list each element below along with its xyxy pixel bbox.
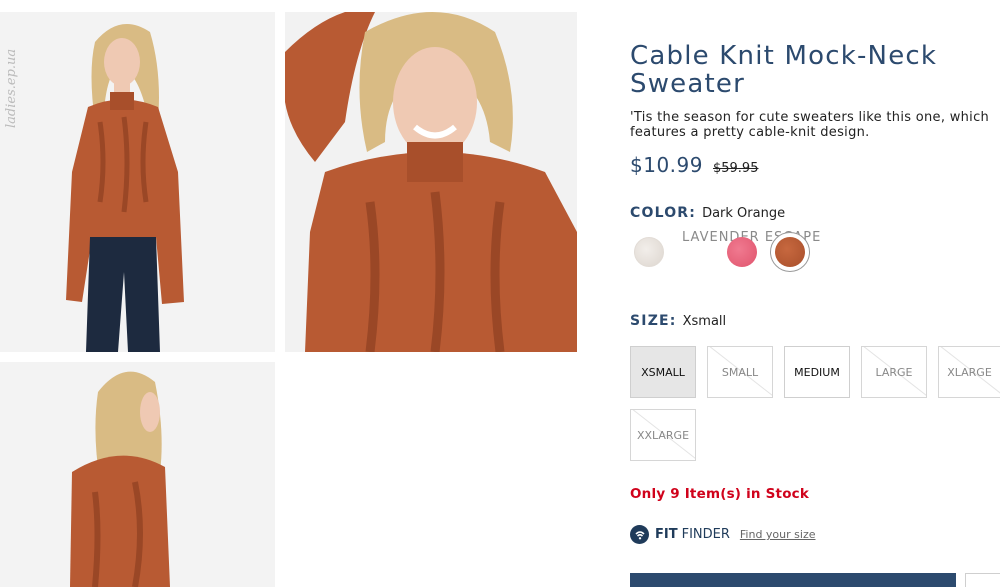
size-option-xxlarge[interactable]: XXLARGE <box>630 409 696 461</box>
size-option-small[interactable]: SMALL <box>707 346 773 398</box>
product-info-panel: Cable Knit Mock-Neck Sweater 'Tis the se… <box>630 0 1000 587</box>
size-option-large[interactable]: LARGE <box>861 346 927 398</box>
original-price: $59.95 <box>712 161 759 176</box>
size-option-medium[interactable]: MEDIUM <box>784 346 850 398</box>
size-option-label: XSMALL <box>641 365 685 379</box>
size-option-label: XXLARGE <box>636 428 690 442</box>
size-option-label: XLARGE <box>947 365 992 379</box>
selected-size: Xsmall <box>682 314 727 329</box>
color-label: COLOR: <box>630 205 697 221</box>
color-swatch-pink[interactable] <box>727 237 757 267</box>
product-photo-closeup[interactable] <box>285 12 577 352</box>
size-option-label: SMALL <box>721 365 759 379</box>
size-option-label: MEDIUM <box>794 365 840 379</box>
size-label: SIZE: <box>630 313 677 329</box>
product-photo-side[interactable] <box>0 362 275 587</box>
fit-finder-icon <box>630 525 649 544</box>
product-title: Cable Knit Mock-Neck Sweater <box>630 41 938 99</box>
size-option-xlarge[interactable]: XLARGE <box>938 346 1000 398</box>
fit-finder-light: FINDER <box>681 527 730 542</box>
add-to-bag-button[interactable] <box>630 573 956 587</box>
fit-finder: FIT FINDER Find your size <box>630 525 815 544</box>
watermark-text: ladies.ep.ua <box>4 48 19 128</box>
color-selector-header: COLOR: Dark Orange <box>630 205 785 221</box>
stock-status: Only 9 Item(s) in Stock <box>630 486 810 502</box>
wishlist-button[interactable] <box>965 573 1000 587</box>
color-swatch-cream[interactable] <box>634 237 664 267</box>
price-block: $10.99 $59.95 <box>630 153 758 177</box>
size-option-xsmall[interactable]: XSMALL <box>630 346 696 398</box>
selected-color: Dark Orange <box>702 206 786 221</box>
sale-price: $10.99 <box>630 153 703 177</box>
size-option-label: LARGE <box>875 365 913 379</box>
size-selector-header: SIZE: Xsmall <box>630 313 726 329</box>
color-swatch-dark-orange[interactable] <box>775 237 805 267</box>
product-photo-front[interactable] <box>0 12 275 352</box>
product-description: 'Tis the season for cute sweaters like t… <box>630 110 990 140</box>
find-your-size-link[interactable]: Find your size <box>740 528 816 541</box>
fit-finder-strong: FIT <box>655 527 678 542</box>
